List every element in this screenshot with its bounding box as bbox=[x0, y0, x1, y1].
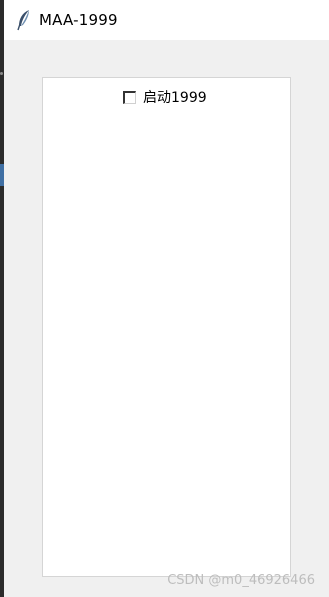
content-panel: 启动1999 bbox=[42, 77, 291, 577]
app-window: MAA-1999 启动1999 CSDN @m0_46926466 bbox=[4, 0, 329, 597]
window-title: MAA-1999 bbox=[39, 11, 118, 29]
start-1999-label[interactable]: 启动1999 bbox=[143, 87, 207, 107]
start-1999-checkbox-row[interactable]: 启动1999 bbox=[123, 88, 207, 106]
title-bar[interactable]: MAA-1999 bbox=[4, 0, 329, 40]
feather-icon bbox=[16, 9, 32, 31]
start-1999-checkbox[interactable] bbox=[123, 90, 136, 104]
watermark-text: CSDN @m0_46926466 bbox=[167, 573, 315, 588]
edge-dot bbox=[0, 72, 3, 75]
